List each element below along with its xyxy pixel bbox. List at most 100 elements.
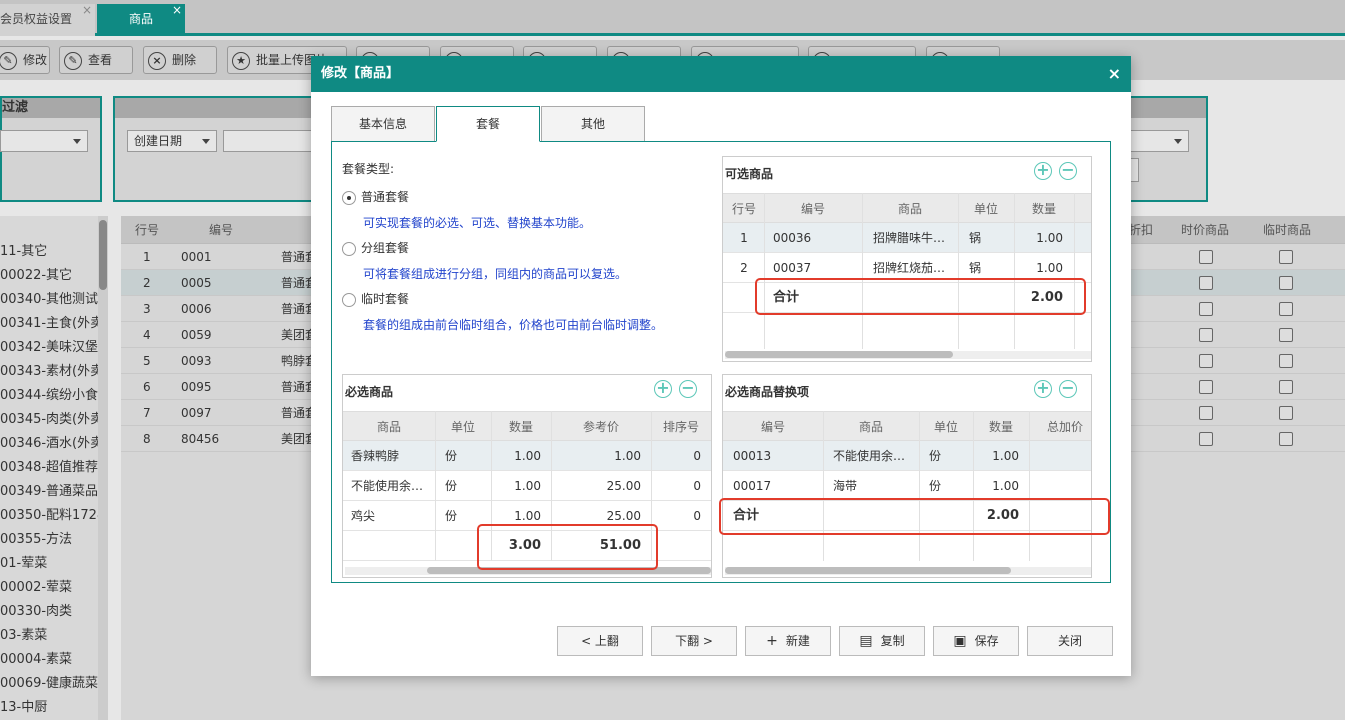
radio-temp-package[interactable]: 临时套餐 (342, 290, 409, 307)
temp-product-checkbox[interactable] (1279, 406, 1293, 420)
col-header: 单位 (450, 420, 475, 434)
cell: 0 (693, 479, 701, 493)
tab-products[interactable]: 商品 × (97, 3, 185, 36)
temp-product-checkbox[interactable] (1279, 380, 1293, 394)
replacement-title: 必选商品替换项 (725, 385, 810, 399)
tab-other[interactable]: 其他 (541, 106, 645, 142)
scrollbar-thumb[interactable] (99, 220, 107, 290)
category-item[interactable]: 00004-素菜 (0, 648, 108, 672)
category-item[interactable]: 00342-美味汉堡(外 (0, 336, 108, 360)
cell: 海带 (833, 479, 858, 493)
delete-button[interactable]: × 删除 (143, 46, 217, 74)
date-type-select[interactable]: 创建日期 (127, 130, 217, 152)
save-button[interactable]: ▣ 保存 (933, 626, 1019, 656)
temp-product-checkbox[interactable] (1279, 432, 1293, 446)
category-item[interactable]: 00349-普通菜品(外 (0, 480, 108, 504)
category-item[interactable]: 00343-素材(外卖) (0, 360, 108, 384)
tab-member-rights[interactable]: 会员权益设置 × (0, 3, 95, 36)
category-item[interactable]: 00355-方法 (0, 528, 108, 552)
required-grid-header: 商品 单位 数量 参考价 排序号 (343, 411, 711, 441)
date-type-label: 创建日期 (134, 134, 183, 148)
add-icon[interactable]: + (1034, 380, 1052, 398)
category-item[interactable]: 00348-超值推荐(外 (0, 456, 108, 480)
copy-button[interactable]: ▤ 复制 (839, 626, 925, 656)
category-item[interactable]: 00346-酒水(外卖) (0, 432, 108, 456)
remove-icon[interactable]: − (679, 380, 697, 398)
close-icon[interactable]: × (82, 0, 92, 25)
cell: 鸡尖 (351, 509, 376, 523)
cell: 份 (929, 449, 942, 463)
horizontal-scrollbar[interactable] (725, 351, 1091, 359)
radio-group-package[interactable]: 分组套餐 (342, 239, 409, 256)
scrollbar-thumb[interactable] (725, 351, 953, 358)
view-button[interactable]: ✎ 查看 (59, 46, 133, 74)
cell: 1.00 (514, 449, 541, 463)
category-item[interactable]: 01-荤菜 (0, 552, 108, 576)
category-item[interactable]: 00330-肉类 (0, 600, 108, 624)
close-button[interactable]: 关闭 (1027, 626, 1113, 656)
category-item[interactable]: 00340-其他测试 (0, 288, 108, 312)
time-price-checkbox[interactable] (1199, 432, 1213, 446)
radio-normal-package[interactable]: 普通套餐 (342, 188, 409, 205)
button-label: 下翻 > (675, 634, 713, 648)
category-item[interactable]: 03-素菜 (0, 624, 108, 648)
edit-button[interactable]: ✎ 修改 (0, 46, 50, 74)
category-item[interactable]: 11-其它 (0, 240, 108, 264)
category-item[interactable]: 00341-主食(外卖) (0, 312, 108, 336)
header-discount: 折扣 (1129, 223, 1154, 237)
category-item[interactable]: 00069-健康蔬菜 (0, 672, 108, 696)
cell-row-no: 2 (143, 276, 151, 290)
cell-code: 80456 (181, 432, 220, 446)
time-price-checkbox[interactable] (1199, 406, 1213, 420)
scrollbar-thumb[interactable] (725, 567, 1011, 574)
table-row[interactable]: 00013 不能使用余… 份 1.00 (723, 441, 1091, 471)
date-input[interactable] (223, 130, 313, 152)
time-price-checkbox[interactable] (1199, 250, 1213, 264)
col-divider (862, 193, 863, 349)
previous-button[interactable]: < 上翻 (557, 626, 643, 656)
add-icon[interactable]: + (654, 380, 672, 398)
optional-products-title: 可选商品 (725, 167, 774, 181)
remove-icon[interactable]: − (1059, 162, 1077, 180)
tab-package[interactable]: 套餐 (436, 106, 540, 142)
time-price-checkbox[interactable] (1199, 276, 1213, 290)
category-item[interactable]: 00344-缤纷小食(外 (0, 384, 108, 408)
category-item[interactable]: 00002-荤菜 (0, 576, 108, 600)
temp-product-checkbox[interactable] (1279, 328, 1293, 342)
tab-basic-info[interactable]: 基本信息 (331, 106, 435, 142)
package-type-label: 套餐类型: (342, 162, 395, 176)
temp-product-checkbox[interactable] (1279, 276, 1293, 290)
cell: 1.00 (992, 449, 1019, 463)
col-header: 数量 (1031, 202, 1056, 216)
close-icon[interactable]: × (1108, 56, 1121, 92)
filter-select[interactable] (0, 130, 88, 152)
temp-product-checkbox[interactable] (1279, 302, 1293, 316)
next-button[interactable]: 下翻 > (651, 626, 737, 656)
cell-row-no: 3 (143, 302, 151, 316)
table-row[interactable]: 1 00036 招牌腊味牛… 锅 1.00 (723, 223, 1091, 253)
time-price-checkbox[interactable] (1199, 302, 1213, 316)
time-price-checkbox[interactable] (1199, 328, 1213, 342)
time-price-checkbox[interactable] (1199, 380, 1213, 394)
close-icon[interactable]: × (172, 0, 182, 25)
add-icon[interactable]: + (1034, 162, 1052, 180)
new-button[interactable]: + 新建 (745, 626, 831, 656)
col-divider (1029, 411, 1030, 561)
remove-icon[interactable]: − (1059, 380, 1077, 398)
category-scrollbar[interactable] (98, 216, 108, 720)
time-price-checkbox[interactable] (1199, 354, 1213, 368)
category-item[interactable]: 00350-配料17285 (0, 504, 108, 528)
category-item[interactable]: 00345-肉类(外卖) (0, 408, 108, 432)
col-divider (435, 411, 436, 561)
col-divider (919, 411, 920, 561)
header-row-no: 行号 (135, 223, 160, 237)
temp-product-checkbox[interactable] (1279, 354, 1293, 368)
temp-product-checkbox[interactable] (1279, 250, 1293, 264)
category-item[interactable]: 00022-其它 (0, 264, 108, 288)
table-row[interactable]: 00017 海带 份 1.00 (723, 471, 1091, 501)
category-item[interactable]: 13-中厨 (0, 696, 108, 720)
table-row[interactable]: 不能使用余… 份 1.00 25.00 0 (343, 471, 711, 501)
table-row[interactable]: 香辣鸭脖 份 1.00 1.00 0 (343, 441, 711, 471)
optional-grid-header: 行号 编号 商品 单位 数量 (723, 193, 1091, 223)
horizontal-scrollbar[interactable] (725, 567, 1091, 575)
